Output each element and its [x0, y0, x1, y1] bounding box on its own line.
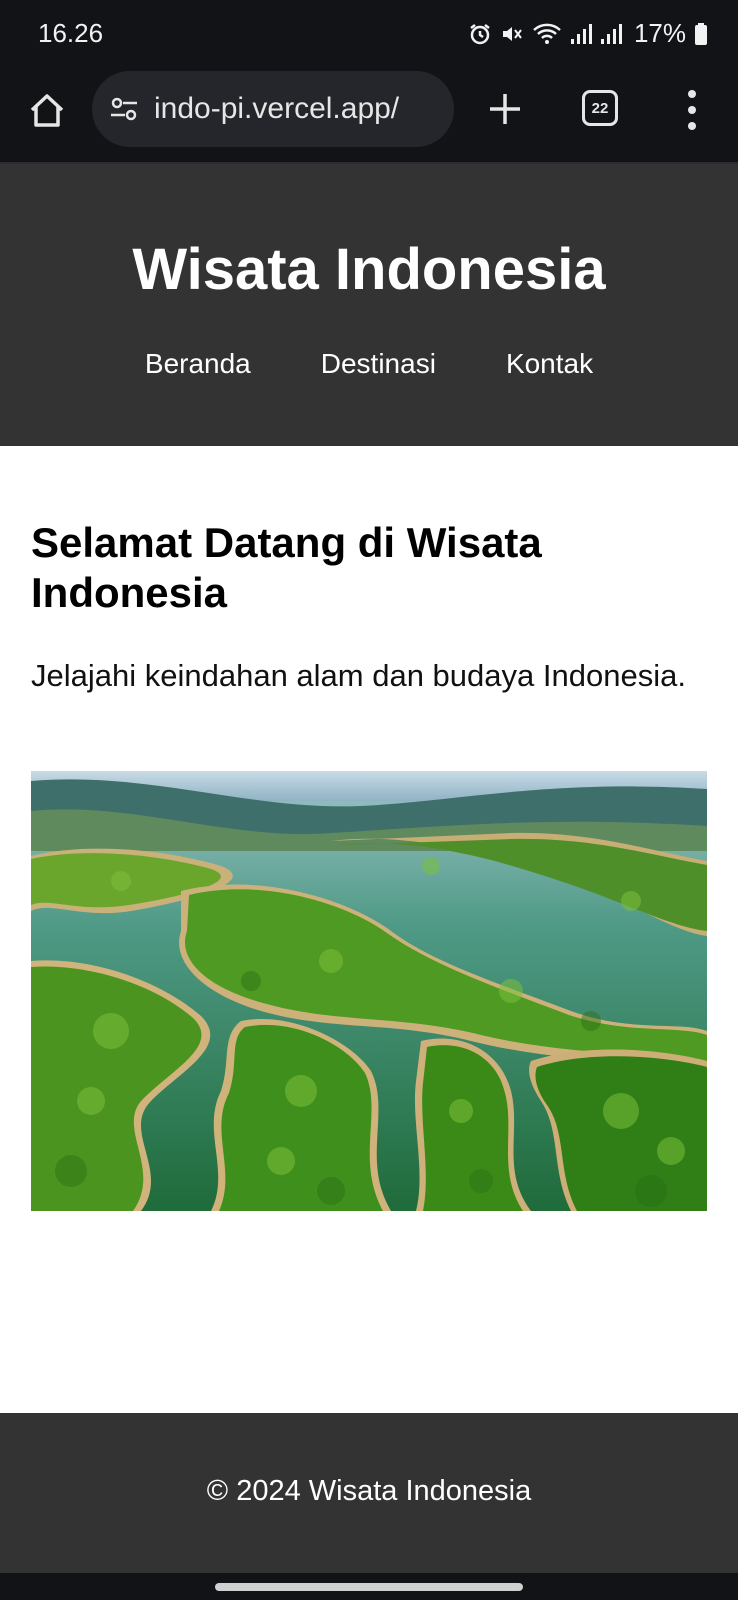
nav-link-kontak[interactable]: Kontak — [506, 348, 593, 380]
site-header: Wisata Indonesia Beranda Destinasi Konta… — [0, 164, 738, 446]
site-footer: © 2024 Wisata Indonesia — [0, 1413, 738, 1573]
more-menu-button[interactable] — [674, 90, 710, 130]
nav-link-destinasi[interactable]: Destinasi — [321, 348, 436, 380]
browser-toolbar: indo-pi.vercel.app/ 22 — [0, 68, 738, 164]
home-icon — [30, 94, 64, 127]
site-nav: Beranda Destinasi Kontak — [0, 348, 738, 380]
new-tab-icon — [490, 94, 520, 124]
gesture-handle[interactable] — [215, 1583, 523, 1591]
hero-image — [31, 771, 707, 1211]
more-icon — [688, 90, 696, 98]
alarm-icon — [470, 23, 490, 44]
home-button[interactable] — [24, 88, 70, 134]
welcome-heading: Selamat Datang di Wisata Indonesia — [31, 519, 542, 616]
address-bar[interactable]: indo-pi.vercel.app/ — [92, 71, 454, 147]
nav-link-beranda[interactable]: Beranda — [145, 348, 251, 380]
main-content: Selamat Datang di Wisata Indonesia Jelaj… — [31, 446, 707, 696]
status-icons: 17% — [468, 18, 708, 49]
tab-count: 22 — [591, 99, 609, 117]
wifi-icon — [533, 23, 561, 44]
battery-percent: 17% — [633, 18, 686, 48]
battery-icon — [695, 22, 707, 45]
footer-copyright: © 2024 Wisata Indonesia — [206, 1475, 532, 1507]
signal-icon — [570, 23, 592, 44]
site-title: Wisata Indonesia — [132, 237, 606, 302]
gesture-navigation-bar — [0, 1573, 738, 1600]
intro-text: Jelajahi keindahan alam dan budaya Indon… — [31, 658, 686, 693]
new-tab-button[interactable] — [482, 86, 528, 132]
mute-icon — [502, 26, 522, 41]
signal-icon — [600, 23, 622, 44]
tabs-button[interactable]: 22 — [582, 90, 618, 126]
status-time: 16.26 — [38, 18, 104, 48]
url-text[interactable]: indo-pi.vercel.app/ — [154, 92, 399, 126]
site-settings-icon[interactable] — [108, 93, 140, 125]
status-bar: 16.26 17% — [0, 0, 738, 68]
